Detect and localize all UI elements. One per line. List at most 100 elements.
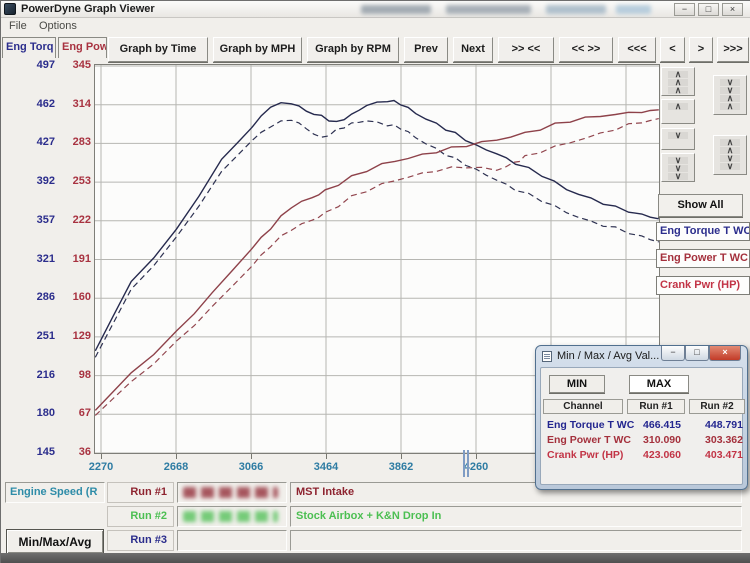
run-name-redacted [183, 487, 278, 498]
legend-channel-2[interactable]: Eng Power T WC [656, 249, 750, 268]
max-toggle-button[interactable]: MAX [629, 375, 689, 393]
minimize-button[interactable]: − [674, 3, 695, 16]
scale-down-fast-button[interactable]: ∨∨∨ [661, 153, 695, 182]
next-button[interactable]: Next [453, 37, 493, 62]
chevron-glyph: ∧ [720, 103, 740, 110]
run-name-field-1[interactable] [177, 482, 287, 503]
rpm-tick-label: 3862 [378, 461, 424, 473]
powerdyne-window: PowerDyne Graph Viewer − □ × File Option… [0, 0, 750, 563]
titlebar-redacted-text [446, 5, 531, 14]
power-axis-header: Eng Pow [58, 37, 107, 58]
window-title: PowerDyne Graph Viewer [21, 3, 155, 15]
torque-tick-label: 180 [17, 407, 55, 419]
power-tick-label: 253 [57, 175, 91, 187]
dialog-run2-value: 303.362 [689, 434, 743, 446]
chevron-glyph: ∨ [668, 132, 688, 139]
legend-channel-1[interactable]: Eng Torque T WC [656, 222, 750, 241]
scale-up-fast-button[interactable]: ∧∧∧ [661, 67, 695, 96]
torque-tick-label: 357 [17, 214, 55, 226]
graph-by-time-button[interactable]: Graph by Time [108, 37, 208, 62]
power-tick-label: 314 [57, 98, 91, 110]
min-max-avg-dialog: Min / Max / Avg Val... − □ × MIN MAX Cha… [535, 345, 748, 490]
min-max-avg-button[interactable]: Min/Max/Avg [6, 529, 104, 554]
x-tick [401, 454, 402, 459]
dialog-run1-value: 310.090 [627, 434, 681, 446]
dialog-run1-value: 423.060 [627, 449, 681, 461]
dialog-channel-name: Crank Pwr (HP) [547, 449, 623, 461]
scroll-left-button[interactable]: < [660, 37, 685, 62]
scale-down-button[interactable]: ∨ [661, 128, 695, 150]
torque-axis-header: Eng Torq [2, 37, 56, 58]
dialog-column-header: Channel [543, 399, 623, 414]
scale-up-button[interactable]: ∧ [661, 99, 695, 124]
legend-channel-3[interactable]: Crank Pwr (HP) [656, 276, 750, 295]
scroll-right-button[interactable]: > [689, 37, 713, 62]
dialog-run1-value: 466.415 [627, 419, 681, 431]
menu-file[interactable]: File [9, 20, 27, 32]
close-button[interactable]: × [722, 3, 743, 16]
torque-tick-label: 427 [17, 136, 55, 148]
titlebar-redacted-text [546, 5, 606, 14]
x-tick [101, 454, 102, 459]
scroll-right-fast-button[interactable]: >>> [717, 37, 749, 62]
x-tick [176, 454, 177, 459]
titlebar-redacted-text [361, 5, 431, 14]
scroll-left-fast-button[interactable]: <<< [618, 37, 656, 62]
dialog-run2-value: 448.791 [689, 419, 743, 431]
chevron-glyph: ∨ [720, 163, 740, 170]
prev-button[interactable]: Prev [404, 37, 448, 62]
torque-tick-label: 462 [17, 98, 55, 110]
torque-tick-label: 145 [17, 446, 55, 458]
power-tick-label: 160 [57, 291, 91, 303]
torque-tick-label: 251 [17, 330, 55, 342]
chevron-glyph: ∧ [668, 103, 688, 110]
menu-bar: File Options [1, 19, 750, 34]
dialog-close-button[interactable]: × [709, 346, 741, 361]
x-tick [251, 454, 252, 459]
power-tick-label: 283 [57, 136, 91, 148]
power-tick-label: 191 [57, 253, 91, 265]
rpm-tick-label: 2270 [78, 461, 124, 473]
power-tick-label: 345 [57, 59, 91, 71]
torque-tick-label: 497 [17, 59, 55, 71]
rpm-tick-label: 3066 [228, 461, 274, 473]
title-bar: PowerDyne Graph Viewer − □ × [1, 1, 750, 18]
power-tick-label: 129 [57, 330, 91, 342]
app-icon [4, 3, 16, 15]
graph-by-mph-button[interactable]: Graph by MPH [213, 37, 302, 62]
power-tick-label: 222 [57, 214, 91, 226]
min-toggle-button[interactable]: MIN [549, 375, 605, 393]
rpm-tick-label: 2668 [153, 461, 199, 473]
run-label-3: Run #3 [107, 530, 174, 551]
dialog-body: MIN MAX ChannelRun #1Run #2Eng Torque T … [540, 367, 743, 485]
graph-by-rpm-button[interactable]: Graph by RPM [307, 37, 399, 62]
dialog-minimize-button[interactable]: − [661, 346, 685, 361]
show-all-button[interactable]: Show All [658, 194, 743, 217]
torque-tick-label: 286 [17, 291, 55, 303]
engine-speed-channel-box[interactable]: Engine Speed (R [5, 482, 105, 503]
expand-vertical-button[interactable]: ∧∧∨∨ [713, 135, 747, 175]
run-name-field-3[interactable] [177, 530, 287, 551]
torque-tick-label: 216 [17, 369, 55, 381]
run-name-field-2[interactable] [177, 506, 287, 527]
dialog-column-header: Run #2 [689, 399, 745, 414]
x-tick [326, 454, 327, 459]
restore-button[interactable]: □ [698, 3, 719, 16]
graph-cursor[interactable] [463, 450, 470, 477]
x-tick [476, 454, 477, 459]
dialog-restore-button[interactable]: □ [685, 346, 709, 361]
dialog-title: Min / Max / Avg Val... [557, 350, 659, 362]
run-comment-field-2[interactable]: Stock Airbox + K&N Drop In [290, 506, 742, 527]
taskbar-edge [1, 553, 750, 563]
chevron-glyph: ∨ [668, 173, 688, 180]
dialog-channel-name: Eng Torque T WC [547, 419, 634, 431]
titlebar-redacted-text [616, 5, 651, 14]
dialog-icon [542, 351, 552, 362]
zoom-in-horizontal-button[interactable]: >> << [498, 37, 554, 62]
chevron-glyph: ∧ [668, 87, 688, 94]
run-comment-field-3[interactable] [290, 530, 742, 551]
dialog-run2-value: 403.471 [689, 449, 743, 461]
compress-vertical-button[interactable]: ∨∨∧∧ [713, 75, 747, 115]
zoom-out-horizontal-button[interactable]: << >> [559, 37, 613, 62]
menu-options[interactable]: Options [39, 20, 77, 32]
